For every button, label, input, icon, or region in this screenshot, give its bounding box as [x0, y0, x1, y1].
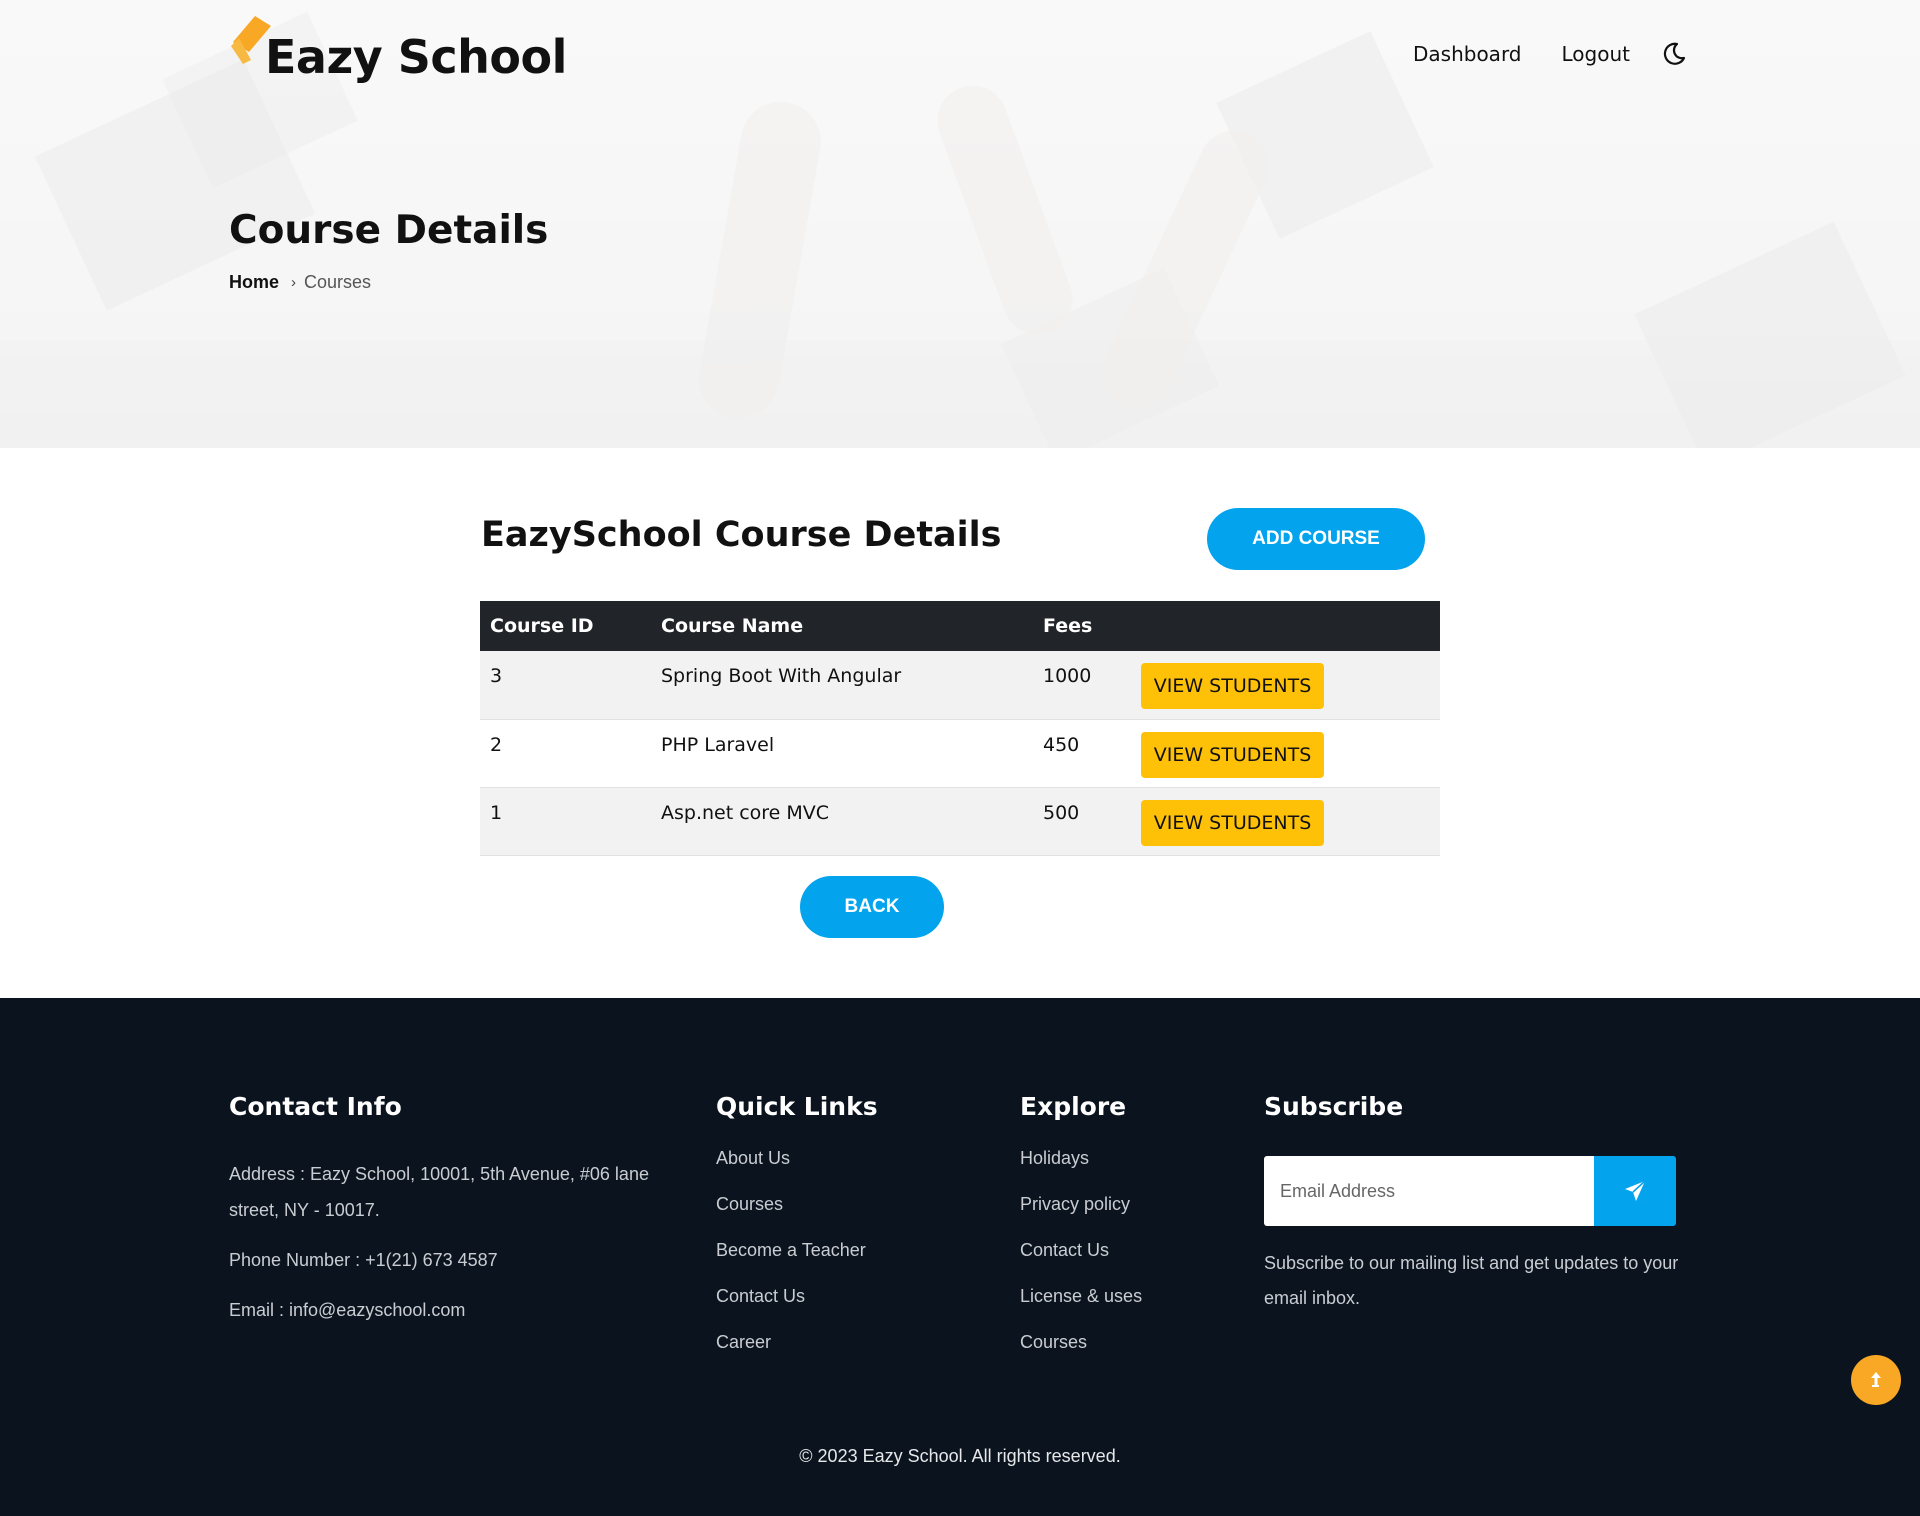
footer-link-career[interactable]: Career [716, 1332, 866, 1378]
send-icon [1625, 1180, 1646, 1201]
column-header-fees: Fees [1033, 601, 1131, 651]
moon-icon[interactable] [1660, 40, 1688, 68]
actions-cell: VIEW STUDENTS [1131, 719, 1440, 788]
brand-name: Eazy School [265, 30, 567, 84]
course-name-cell: Asp.net core MVC [651, 787, 1033, 856]
course-fees-cell: 500 [1033, 787, 1131, 856]
course-name-cell: PHP Laravel [651, 719, 1033, 788]
footer-email: Email : info@eazyschool.com [229, 1300, 466, 1320]
footer-link-become-teacher[interactable]: Become a Teacher [716, 1240, 866, 1286]
actions-cell: VIEW STUDENTS [1131, 651, 1440, 720]
course-fees-cell: 1000 [1033, 651, 1131, 720]
footer-link-courses[interactable]: Courses [1020, 1332, 1142, 1378]
back-button[interactable]: BACK [800, 876, 944, 938]
column-header-course-name: Course Name [651, 601, 1033, 651]
footer-link-contact-us[interactable]: Contact Us [716, 1286, 866, 1332]
hero-banner: Eazy School Dashboard Logout Course Deta… [0, 0, 1920, 448]
view-students-button[interactable]: VIEW STUDENTS [1141, 663, 1324, 709]
footer-explore-title: Explore [1020, 1092, 1127, 1121]
breadcrumb-home[interactable]: Home [229, 272, 279, 293]
table-header-row: Course ID Course Name Fees [480, 601, 1440, 651]
actions-cell: VIEW STUDENTS [1131, 787, 1440, 856]
column-header-course-id: Course ID [480, 601, 651, 651]
table-row: 3 Spring Boot With Angular 1000 VIEW STU… [480, 651, 1440, 720]
chevron-right-icon: › [291, 274, 297, 291]
footer-link-license[interactable]: License & uses [1020, 1286, 1142, 1332]
table-row: 2 PHP Laravel 450 VIEW STUDENTS [480, 719, 1440, 788]
footer-explore-links: Holidays Privacy policy Contact Us Licen… [1020, 1148, 1142, 1378]
footer-address: Address : Eazy School, 10001, 5th Avenue… [229, 1164, 649, 1220]
courses-table: Course ID Course Name Fees 3 Spring Boot… [480, 601, 1440, 856]
course-id-cell: 2 [480, 719, 651, 788]
subscribe-description: Subscribe to our mailing list and get up… [1264, 1253, 1679, 1308]
course-id-cell: 3 [480, 651, 651, 720]
column-header-actions [1131, 601, 1440, 651]
footer-link-contact-us[interactable]: Contact Us [1020, 1240, 1142, 1286]
subscribe-submit-button[interactable] [1594, 1156, 1676, 1226]
footer-link-holidays[interactable]: Holidays [1020, 1148, 1142, 1194]
footer-contact-info: Address : Eazy School, 10001, 5th Avenue… [229, 1156, 649, 1342]
footer-phone: Phone Number : +1(21) 673 4587 [229, 1250, 498, 1270]
footer-subscribe-title: Subscribe [1264, 1092, 1404, 1121]
course-id-cell: 1 [480, 787, 651, 856]
view-students-button[interactable]: VIEW STUDENTS [1141, 799, 1324, 846]
page-title: Course Details [229, 208, 549, 253]
arrow-up-icon [1871, 1372, 1881, 1387]
copyright-text: © 2023 Eazy School. All rights reserved. [799, 1446, 1121, 1466]
breadcrumb-current: Courses [304, 272, 372, 292]
footer: Contact Info Address : Eazy School, 1000… [0, 998, 1920, 1516]
nav-dashboard-link[interactable]: Dashboard [1413, 42, 1522, 66]
course-name-cell: Spring Boot With Angular [651, 651, 1033, 720]
section-title: EazySchool Course Details [481, 515, 1002, 555]
table-row: 1 Asp.net core MVC 500 VIEW STUDENTS [480, 787, 1440, 856]
breadcrumb: Home › Courses [229, 272, 371, 293]
footer-link-about-us[interactable]: About Us [716, 1148, 866, 1194]
subscribe-email-input[interactable] [1264, 1156, 1594, 1226]
nav-logout-link[interactable]: Logout [1562, 42, 1630, 66]
footer-contact-title: Contact Info [229, 1092, 402, 1121]
footer-link-privacy-policy[interactable]: Privacy policy [1020, 1194, 1142, 1240]
footer-link-courses[interactable]: Courses [716, 1194, 866, 1240]
view-students-button[interactable]: VIEW STUDENTS [1141, 731, 1324, 778]
add-course-button[interactable]: ADD COURSE [1207, 508, 1425, 570]
footer-quick-links-title: Quick Links [716, 1092, 878, 1121]
course-fees-cell: 450 [1033, 719, 1131, 788]
scroll-to-top-button[interactable] [1851, 1355, 1901, 1405]
footer-quick-links: About Us Courses Become a Teacher Contac… [716, 1148, 866, 1378]
subscribe-form [1264, 1156, 1676, 1226]
top-nav: Dashboard Logout [1373, 40, 1688, 68]
